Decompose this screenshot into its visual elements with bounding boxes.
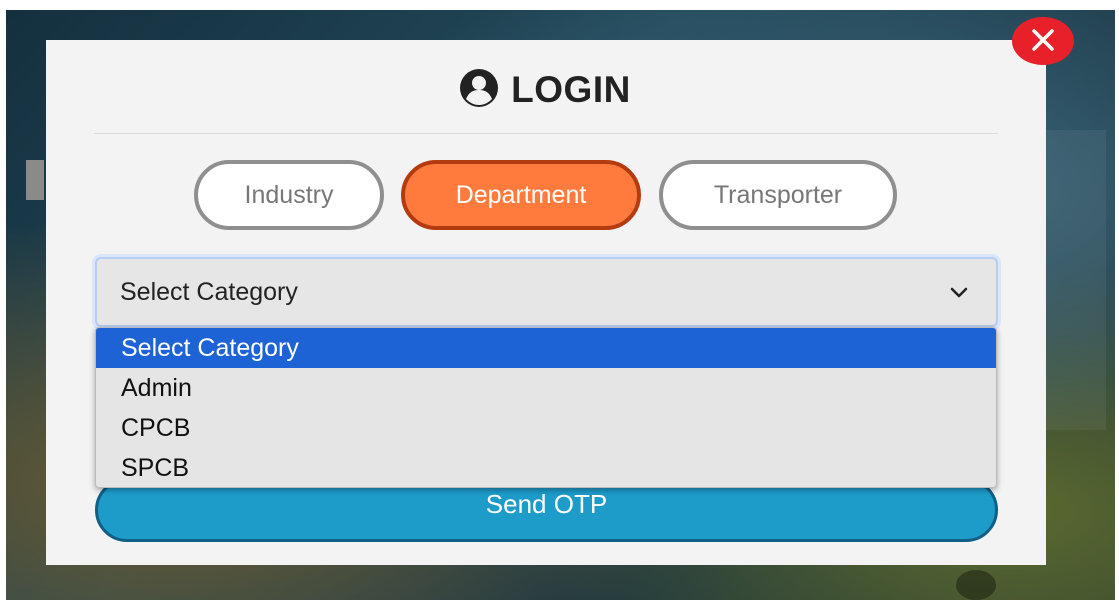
tab-department[interactable]: Department [401,160,641,230]
dropdown-option-spcb[interactable]: SPCB [96,448,996,487]
chevron-down-icon [948,281,970,310]
category-select-value: Select Category [120,277,298,306]
modal-title: LOGIN [0,68,1090,117]
title-divider [94,133,998,134]
category-select[interactable]: Select Category [95,257,998,327]
tab-label: Transporter [713,180,843,209]
tab-label: Industry [244,180,334,209]
modal-title-text: LOGIN [511,69,631,110]
tab-industry[interactable]: Industry [194,160,384,230]
user-circle-icon [459,68,499,117]
dropdown-option-cpcb[interactable]: CPCB [96,408,996,448]
send-otp-label: Send OTP [485,489,608,519]
dropdown-option-select-category[interactable]: Select Category [96,328,996,368]
tab-label: Department [455,180,587,209]
close-button[interactable] [1012,17,1074,65]
background-detail [1046,130,1106,430]
background-detail [956,570,996,600]
dropdown-option-admin[interactable]: Admin [96,368,996,408]
close-icon [1028,25,1058,58]
tab-transporter[interactable]: Transporter [659,160,897,230]
category-dropdown-list: Select Category Admin CPCB SPCB [95,327,997,488]
background-detail [26,160,44,200]
